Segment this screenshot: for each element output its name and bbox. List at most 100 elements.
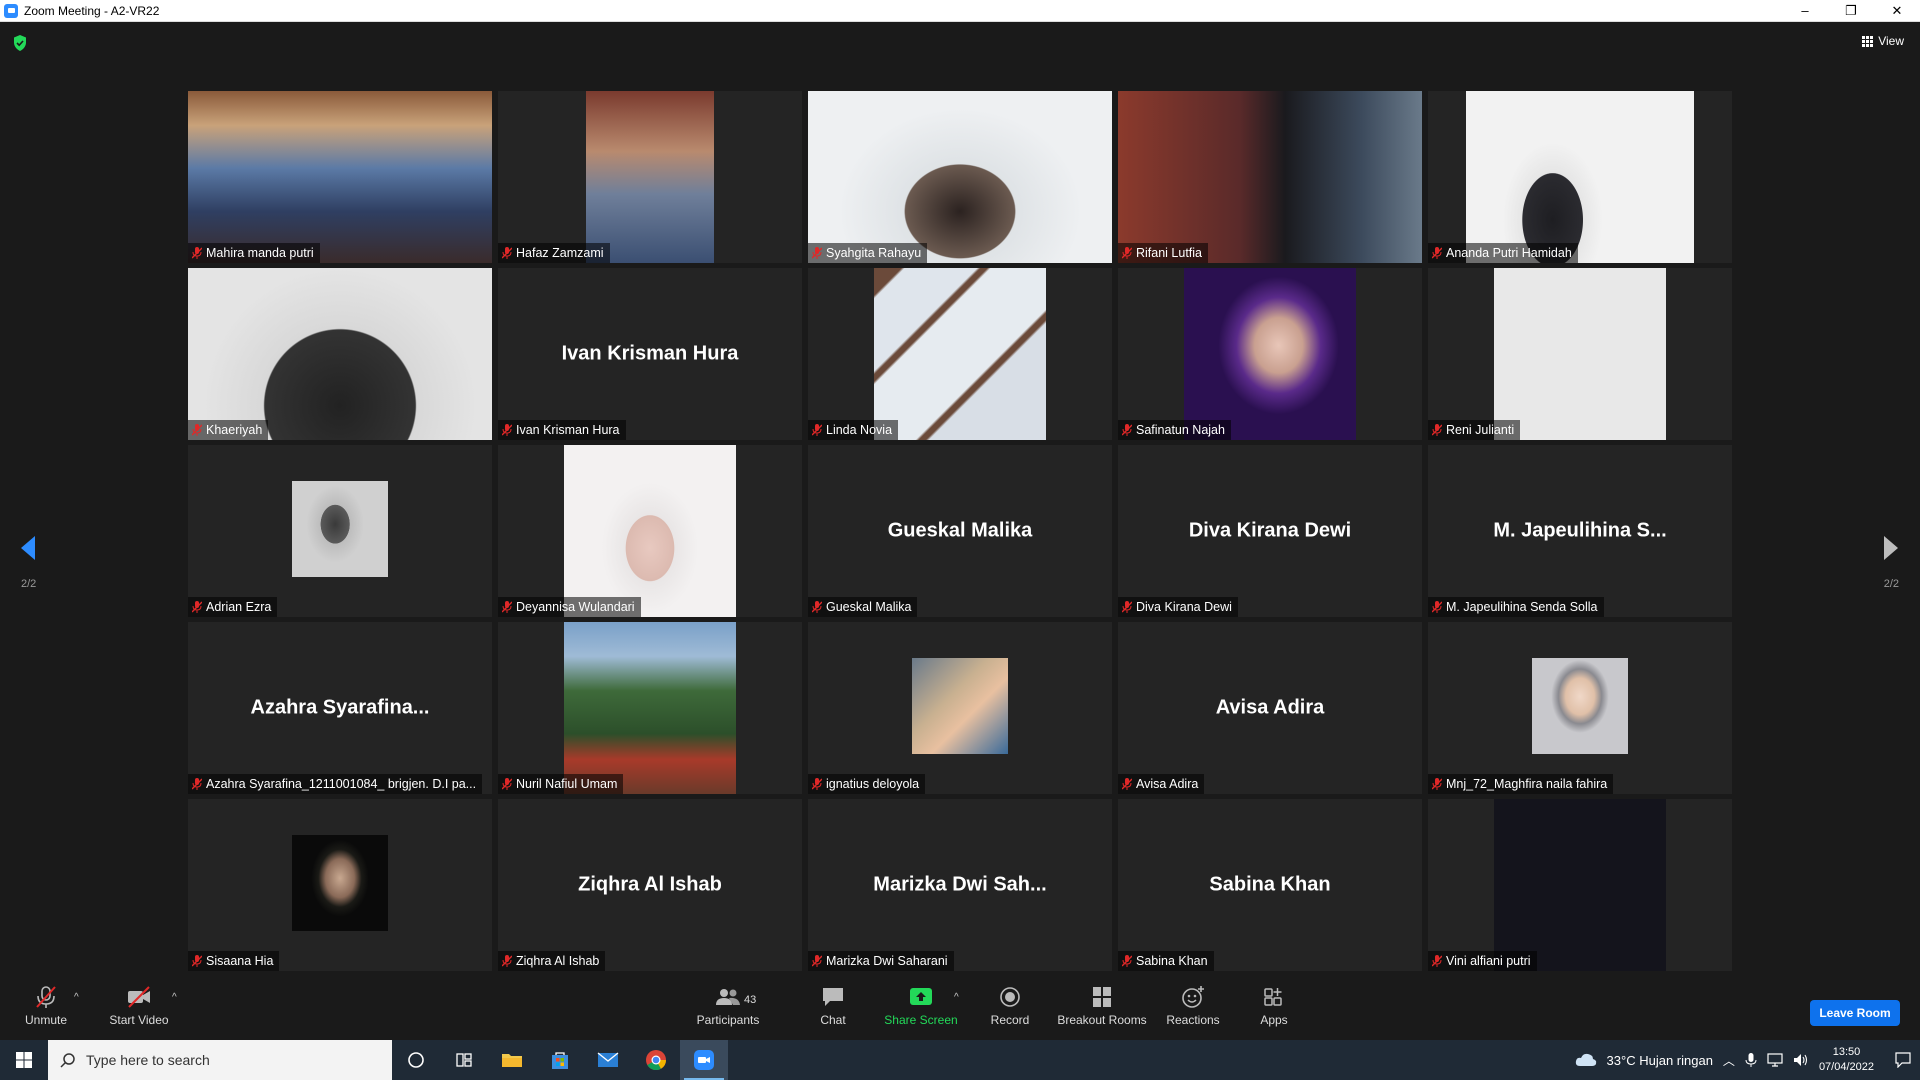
participant-tile[interactable]: Rifani Lutfia xyxy=(1118,91,1422,263)
notification-icon[interactable] xyxy=(1894,1052,1912,1068)
participant-tile[interactable]: Avisa Adira Avisa Adira xyxy=(1118,622,1422,794)
window-titlebar: Zoom Meeting - A2-VR22 – ❐ ✕ xyxy=(0,0,1920,22)
view-label: View xyxy=(1878,34,1904,48)
view-button[interactable]: View xyxy=(1862,34,1904,48)
participant-tile[interactable]: Hafaz Zamzami xyxy=(498,91,802,263)
participant-name-label: Sisaana Hia xyxy=(188,951,280,971)
search-placeholder: Type here to search xyxy=(86,1052,210,1068)
muted-mic-icon xyxy=(502,601,512,613)
reactions-button[interactable]: Reactions xyxy=(1164,972,1222,1040)
participant-tile[interactable]: Marizka Dwi Sah... Marizka Dwi Saharani xyxy=(808,799,1112,971)
leave-room-button[interactable]: Leave Room xyxy=(1810,1000,1900,1026)
participant-tile[interactable]: Ziqhra Al Ishab Ziqhra Al Ishab xyxy=(498,799,802,971)
participant-tile[interactable]: Mnj_72_Maghfira naila fahira xyxy=(1428,622,1732,794)
close-button[interactable]: ✕ xyxy=(1874,0,1920,22)
store-button[interactable] xyxy=(536,1040,584,1080)
participant-tile[interactable]: Gueskal Malika Gueskal Malika xyxy=(808,445,1112,617)
chat-button[interactable]: Chat xyxy=(812,972,854,1040)
participant-display-name: Avisa Adira xyxy=(1215,696,1325,719)
participant-tile[interactable]: Ananda Putri Hamidah xyxy=(1428,91,1732,263)
participant-video xyxy=(564,622,736,794)
mail-button[interactable] xyxy=(584,1040,632,1080)
muted-mic-icon xyxy=(192,601,202,613)
muted-mic-icon xyxy=(192,955,202,967)
muted-mic-icon xyxy=(812,778,822,790)
video-grid: Mahira manda putri Hafaz Zamzami Syahgit… xyxy=(188,91,1732,971)
participants-icon xyxy=(716,989,740,1005)
page-indicator-right: 2/2 xyxy=(1883,578,1899,590)
participant-tile[interactable]: Diva Kirana Dewi Diva Kirana Dewi xyxy=(1118,445,1422,617)
chrome-button[interactable] xyxy=(632,1040,680,1080)
next-page-arrow-icon[interactable] xyxy=(1882,534,1900,562)
participant-tile[interactable]: Syahgita Rahayu xyxy=(808,91,1112,263)
system-tray: 33°C Hujan ringan ︿ 13:50 07/04/2022 xyxy=(1575,1040,1920,1080)
muted-mic-icon xyxy=(502,247,512,259)
share-options-caret[interactable]: ^ xyxy=(954,992,959,1003)
muted-microphone-icon xyxy=(36,986,56,1008)
participant-tile[interactable]: Linda Novia xyxy=(808,268,1112,440)
folder-icon xyxy=(502,1054,522,1067)
participant-video xyxy=(1494,799,1666,971)
clock[interactable]: 13:50 07/04/2022 xyxy=(1819,1045,1874,1075)
muted-mic-icon xyxy=(502,955,512,967)
participant-tile[interactable]: Adrian Ezra xyxy=(188,445,492,617)
muted-mic-icon xyxy=(1432,601,1442,613)
participant-video xyxy=(188,268,492,440)
cortana-icon xyxy=(408,1052,424,1068)
participant-tile[interactable]: Mahira manda putri xyxy=(188,91,492,263)
participant-display-name: Gueskal Malika xyxy=(887,519,1033,542)
shield-icon[interactable] xyxy=(12,34,28,52)
volume-icon[interactable] xyxy=(1793,1053,1809,1067)
audio-options-caret[interactable]: ^ xyxy=(74,992,79,1003)
participants-count: 43 xyxy=(744,994,757,1006)
participant-name-label: Linda Novia xyxy=(808,420,899,440)
participant-tile[interactable]: Reni Julianti xyxy=(1428,268,1732,440)
participant-tile[interactable]: Sisaana Hia xyxy=(188,799,492,971)
restore-button[interactable]: ❐ xyxy=(1828,0,1874,22)
participant-video xyxy=(564,445,736,617)
participant-tile[interactable]: Nuril Nafiul Umam xyxy=(498,622,802,794)
video-options-caret[interactable]: ^ xyxy=(172,992,177,1003)
participant-tile[interactable]: M. Japeulihina S... M. Japeulihina Senda… xyxy=(1428,445,1732,617)
chevron-up-icon[interactable]: ︿ xyxy=(1723,1052,1735,1069)
start-video-button[interactable]: Start Video xyxy=(104,972,174,1040)
chat-icon xyxy=(823,988,843,1006)
participant-tile[interactable]: Safinatun Najah xyxy=(1118,268,1422,440)
cortana-button[interactable] xyxy=(392,1040,440,1080)
start-button[interactable] xyxy=(0,1040,48,1080)
participant-tile[interactable]: Vini alfiani putri xyxy=(1428,799,1732,971)
minimize-button[interactable]: – xyxy=(1782,0,1828,22)
participants-button[interactable]: Participants xyxy=(690,972,766,1040)
participant-tile[interactable]: Azahra Syarafina... Azahra Syarafina_121… xyxy=(188,622,492,794)
muted-mic-icon xyxy=(1122,955,1132,967)
unmute-button[interactable]: Unmute xyxy=(18,972,74,1040)
participant-video xyxy=(1184,268,1356,440)
previous-page-arrow-icon[interactable] xyxy=(19,534,37,562)
muted-mic-icon xyxy=(812,955,822,967)
participant-tile[interactable]: Deyannisa Wulandari xyxy=(498,445,802,617)
window-title: Zoom Meeting - A2-VR22 xyxy=(24,3,160,18)
breakout-rooms-icon xyxy=(1093,987,1111,1007)
participant-name-label: Safinatun Najah xyxy=(1118,420,1231,440)
participant-tile[interactable]: Ivan Krisman Hura Ivan Krisman Hura xyxy=(498,268,802,440)
grid-view-icon xyxy=(1862,35,1874,47)
record-button[interactable]: Record xyxy=(986,972,1034,1040)
participant-tile[interactable]: ignatius deloyola xyxy=(808,622,1112,794)
task-view-button[interactable] xyxy=(440,1040,488,1080)
zoom-taskbar-button[interactable] xyxy=(680,1040,728,1080)
store-icon xyxy=(552,1052,568,1069)
muted-mic-icon xyxy=(812,424,822,436)
clock-time: 13:50 xyxy=(1832,1046,1861,1058)
windows-taskbar: Type here to search 33°C Hujan ringan ︿ … xyxy=(0,1040,1920,1080)
taskbar-search-input[interactable]: Type here to search xyxy=(48,1040,392,1080)
microphone-icon[interactable] xyxy=(1745,1052,1757,1068)
weather-text[interactable]: 33°C Hujan ringan xyxy=(1607,1053,1713,1068)
file-explorer-button[interactable] xyxy=(488,1040,536,1080)
network-icon[interactable] xyxy=(1767,1053,1783,1067)
participant-tile[interactable]: Sabina Khan Sabina Khan xyxy=(1118,799,1422,971)
participant-tile[interactable]: Khaeriyah xyxy=(188,268,492,440)
apps-button[interactable]: Apps xyxy=(1252,972,1296,1040)
breakout-rooms-button[interactable]: Breakout Rooms xyxy=(1056,972,1148,1040)
share-screen-button[interactable]: Share Screen xyxy=(882,972,960,1040)
participant-avatar xyxy=(292,835,388,931)
